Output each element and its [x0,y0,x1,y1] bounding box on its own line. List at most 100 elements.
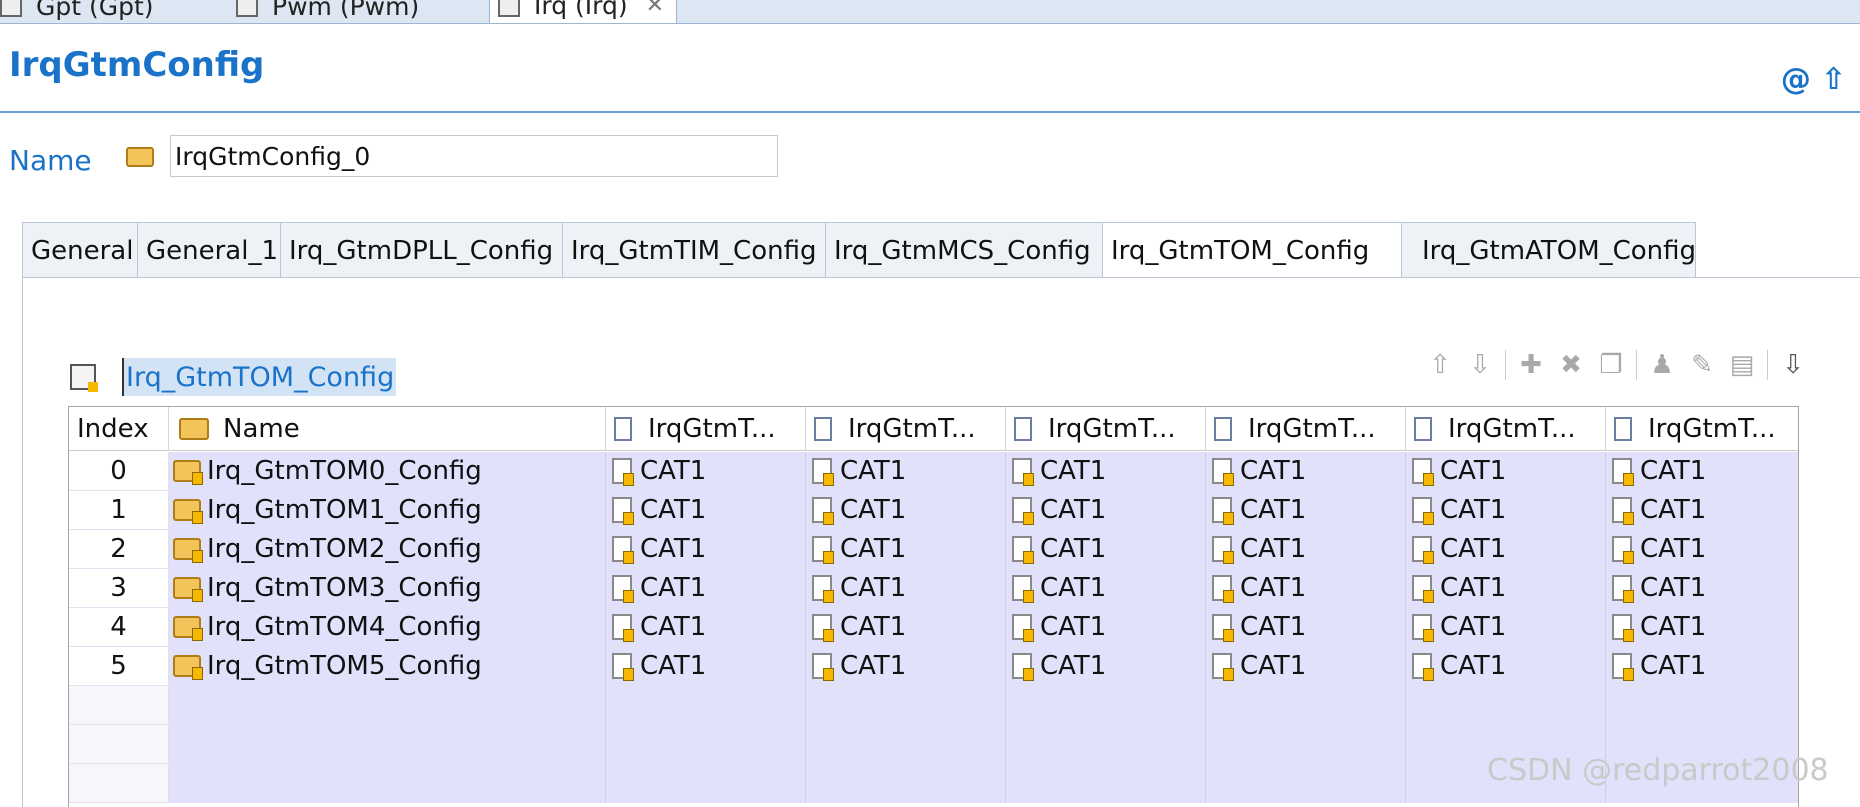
name-cell[interactable] [169,764,606,803]
tab-irq-gtm-tom-config[interactable]: Irq_GtmTOM_Config [1102,222,1402,278]
user-settings-icon[interactable]: ♟ [1647,350,1677,380]
parameter-cell[interactable] [1206,686,1406,725]
move-down-icon[interactable]: ⇩ [1465,350,1495,380]
parameter-cell[interactable]: CAT1 [606,530,806,569]
parameter-cell[interactable] [1006,764,1206,803]
tab-general[interactable]: General [22,222,138,278]
tab-irq-gtm-atom-config[interactable]: Irq_GtmATOM_Config [1401,222,1696,278]
parameter-cell[interactable]: CAT1 [806,452,1006,491]
index-cell[interactable] [69,686,169,725]
parameter-cell[interactable] [1206,725,1406,764]
editor-tab-pwm[interactable]: Pwm (Pwm) [236,0,419,24]
table-row[interactable]: 0 Irq_GtmTOM0_Config CAT1 CAT1 CAT1 CAT1 CAT1 C… [69,452,1798,491]
parameter-cell[interactable]: CAT1 [1606,452,1798,491]
delete-icon[interactable]: ✖ [1556,350,1586,380]
empty-table-row[interactable] [69,686,1798,725]
table-row[interactable]: 2 Irq_GtmTOM2_Config CAT1 CAT1 CAT1 CAT1 CAT1 C… [69,530,1798,569]
parameter-cell[interactable]: CAT1 [1606,608,1798,647]
parameter-cell[interactable] [606,764,806,803]
name-cell[interactable] [169,686,606,725]
parameter-cell[interactable]: CAT1 [1606,647,1798,686]
table-row[interactable]: 1 Irq_GtmTOM1_Config CAT1 CAT1 CAT1 CAT1 CAT1 C… [69,491,1798,530]
parameter-cell[interactable] [1006,725,1206,764]
editor-tab-gpt[interactable]: Gpt (Gpt) [0,0,154,24]
index-cell[interactable]: 2 [69,530,169,569]
parameter-cell[interactable]: CAT1 [1006,452,1206,491]
index-cell[interactable]: 3 [69,569,169,608]
parameter-cell[interactable]: CAT1 [1606,491,1798,530]
add-icon[interactable]: ✚ [1516,350,1546,380]
at-sign-icon[interactable]: @ [1781,62,1811,97]
table-row[interactable]: 3 Irq_GtmTOM3_Config CAT1 CAT1 CAT1 CAT1 CAT1 C… [69,569,1798,608]
column-header-param-4[interactable]: IrqGtmT... [1206,407,1406,451]
table-row[interactable]: 5 Irq_GtmTOM5_Config CAT1 CAT1 CAT1 CAT1 CAT1 C… [69,647,1798,686]
parameter-cell[interactable]: CAT1 [806,569,1006,608]
name-input[interactable] [170,135,778,177]
column-header-param-2[interactable]: IrqGtmT... [806,407,1006,451]
index-cell[interactable]: 4 [69,608,169,647]
close-icon[interactable]: ✕ [646,0,664,18]
parameter-cell[interactable]: CAT1 [1006,569,1206,608]
column-header-name[interactable]: Name [169,407,606,451]
edit-icon[interactable]: ✎ [1687,350,1717,380]
parameter-cell[interactable]: CAT1 [1006,530,1206,569]
name-cell[interactable]: Irq_GtmTOM5_Config [169,647,606,686]
parameter-cell[interactable]: CAT1 [606,608,806,647]
parameter-cell[interactable]: CAT1 [1606,530,1798,569]
index-cell[interactable]: 0 [69,452,169,491]
parameter-cell[interactable]: CAT1 [606,491,806,530]
parameter-cell[interactable] [1006,686,1206,725]
parameter-cell[interactable]: CAT1 [1006,647,1206,686]
parameter-cell[interactable]: CAT1 [806,608,1006,647]
name-cell[interactable]: Irq_GtmTOM1_Config [169,491,606,530]
table-row[interactable]: 4 Irq_GtmTOM4_Config CAT1 CAT1 CAT1 CAT1 CAT1 C… [69,608,1798,647]
parameter-cell[interactable]: CAT1 [1406,452,1606,491]
parameter-cell[interactable]: CAT1 [1206,569,1406,608]
move-up-icon[interactable]: ⇧ [1425,350,1455,380]
parameter-cell[interactable]: CAT1 [606,569,806,608]
tab-irq-gtm-tim-config[interactable]: Irq_GtmTIM_Config [562,222,826,278]
parameter-cell[interactable]: CAT1 [1006,608,1206,647]
tab-irq-gtm-dpll-config[interactable]: Irq_GtmDPLL_Config [280,222,563,278]
parameter-cell[interactable] [806,764,1006,803]
parameter-cell[interactable]: CAT1 [1606,569,1798,608]
parameter-cell[interactable] [806,725,1006,764]
name-cell[interactable]: Irq_GtmTOM4_Config [169,608,606,647]
column-header-index[interactable]: Index [69,407,169,451]
index-cell[interactable]: 1 [69,491,169,530]
parameter-cell[interactable]: CAT1 [806,647,1006,686]
copy-icon[interactable]: ❐ [1596,350,1626,380]
tab-general-1[interactable]: General_1 [137,222,281,278]
parameter-cell[interactable]: CAT1 [806,491,1006,530]
table-edit-icon[interactable]: ▤ [1727,350,1757,380]
parameter-cell[interactable]: CAT1 [1406,608,1606,647]
index-cell[interactable] [69,764,169,803]
parameter-cell[interactable] [606,725,806,764]
column-header-param-1[interactable]: IrqGtmT... [606,407,806,451]
parameter-cell[interactable]: CAT1 [1206,608,1406,647]
parameter-cell[interactable]: CAT1 [606,452,806,491]
parameter-cell[interactable] [806,686,1006,725]
name-cell[interactable]: Irq_GtmTOM3_Config [169,569,606,608]
parameter-cell[interactable]: CAT1 [1406,530,1606,569]
index-cell[interactable]: 5 [69,647,169,686]
editor-tab-irq[interactable]: Irq (Irq) ✕ [489,0,678,24]
parameter-cell[interactable]: CAT1 [1206,647,1406,686]
tab-irq-gtm-mcs-config[interactable]: Irq_GtmMCS_Config [825,222,1103,278]
parameter-cell[interactable] [606,686,806,725]
parameter-cell[interactable]: CAT1 [1006,491,1206,530]
parameter-cell[interactable]: CAT1 [1206,452,1406,491]
index-cell[interactable] [69,725,169,764]
parameter-cell[interactable]: CAT1 [1206,530,1406,569]
parameter-cell[interactable]: CAT1 [1406,569,1606,608]
parameter-cell[interactable]: CAT1 [606,647,806,686]
parameter-cell[interactable] [1406,686,1606,725]
parameter-cell[interactable]: CAT1 [806,530,1006,569]
name-cell[interactable]: Irq_GtmTOM0_Config [169,452,606,491]
name-cell[interactable]: Irq_GtmTOM2_Config [169,530,606,569]
parameter-cell[interactable] [1606,686,1798,725]
column-header-param-5[interactable]: IrqGtmT... [1406,407,1606,451]
column-header-param-3[interactable]: IrqGtmT... [1006,407,1206,451]
parameter-cell[interactable] [1206,764,1406,803]
parameter-cell[interactable]: CAT1 [1406,647,1606,686]
